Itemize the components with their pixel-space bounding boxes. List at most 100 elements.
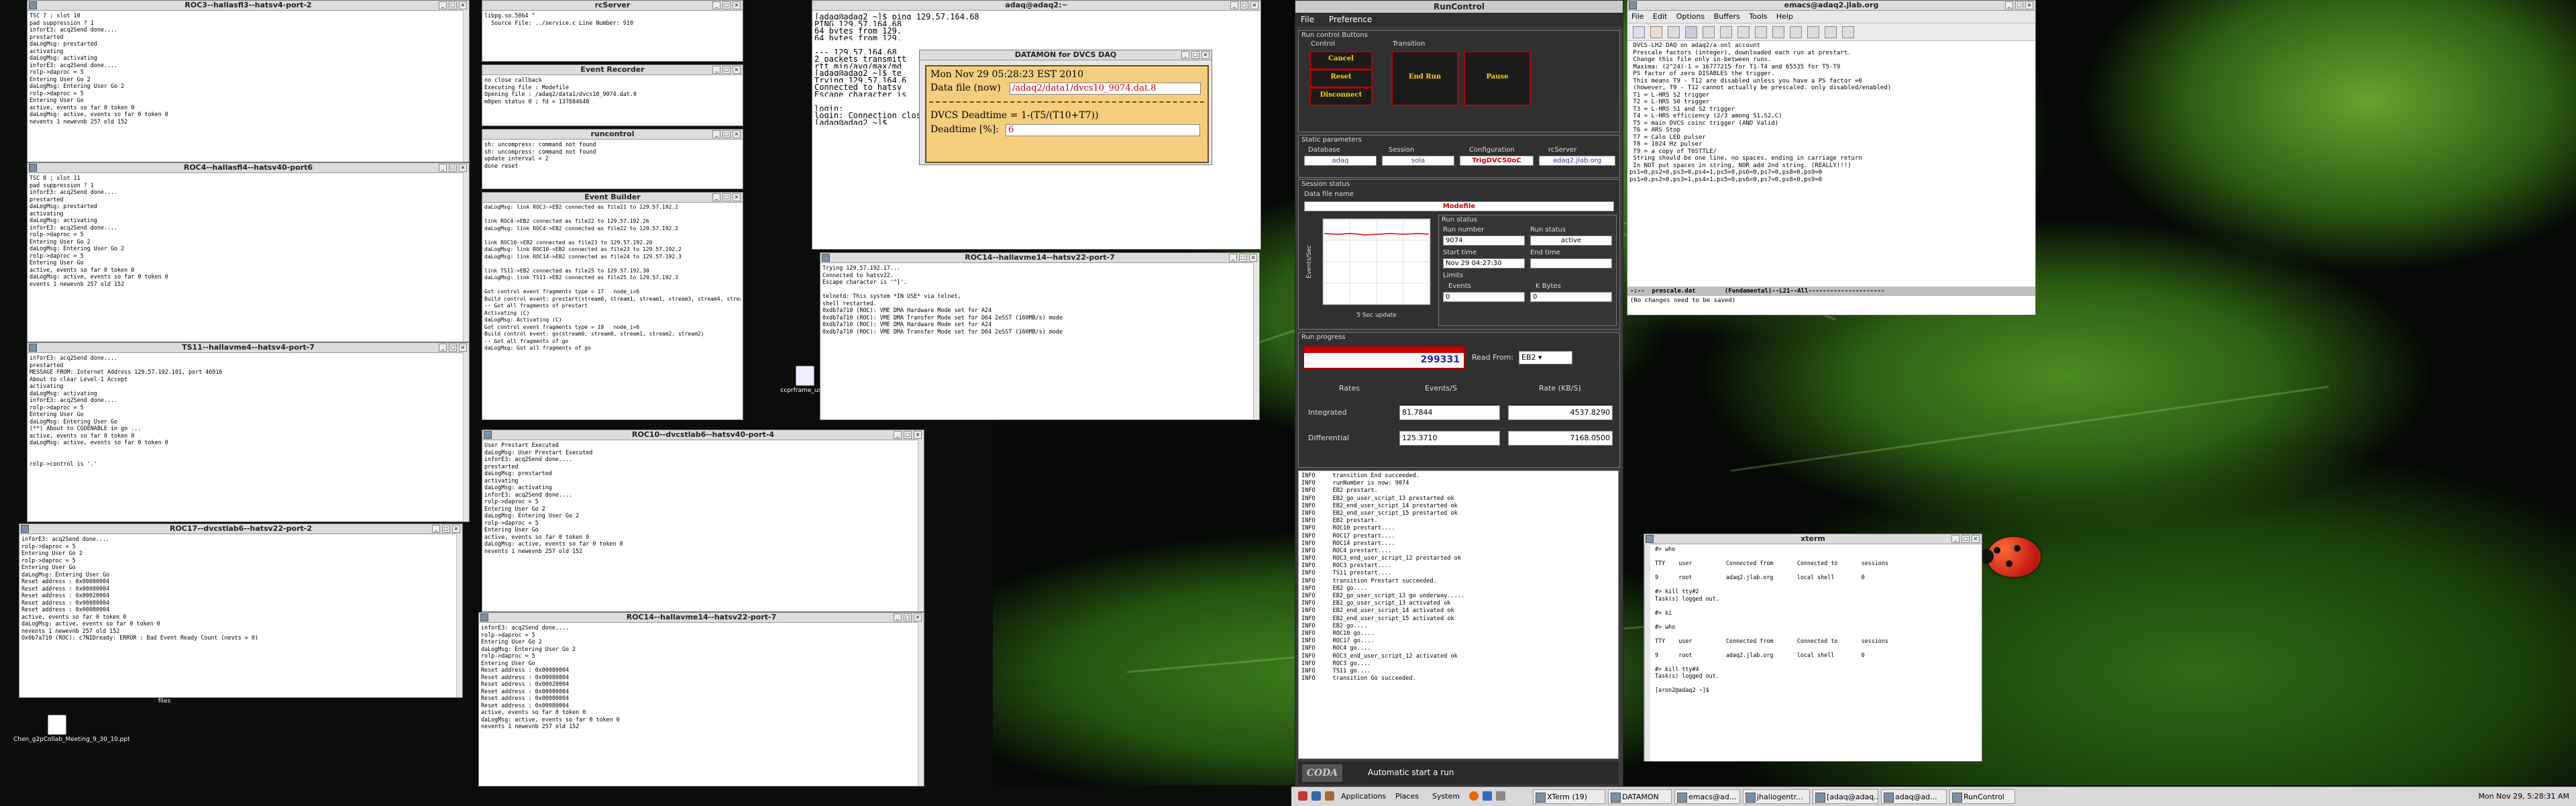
titlebar[interactable]: ROC14--hallavme14--hatsv22-port-7 _ □ × (479, 613, 924, 623)
titlebar[interactable]: RunControl (1295, 1, 1623, 13)
close-button[interactable]: × (733, 130, 741, 138)
titlebar[interactable]: ROC17--dvcstlab6--hatsv22-port-2 _ □ × (19, 524, 462, 534)
close-button[interactable]: × (914, 613, 922, 621)
window-runcontrol-term[interactable]: runcontrol _ □ × sh: uncompress: command no… (482, 129, 743, 189)
menu-preference[interactable]: Preference (1329, 15, 1372, 24)
titlebar[interactable]: runcontrol _ □ × (482, 130, 743, 140)
window-rcserver[interactable]: rcServer _ □ × libpg.so.5064 " Source File:… (482, 0, 743, 62)
minimize-button[interactable]: _ (439, 1, 447, 9)
titlebar[interactable]: rcServer _ □ × (482, 1, 743, 11)
terminal-output[interactable]: TSC 7 ; slot 10 pad suppression ? 1 inforE… (28, 11, 469, 126)
terminal-output[interactable]: #> who TTY user Connected from Connected … (1644, 544, 1982, 695)
close-icon[interactable] (1668, 26, 1680, 38)
window-roc10[interactable]: ROC10--dvcstlab6--hatsv40-port-4 _ □ × User… (482, 430, 924, 612)
note-icon[interactable] (1496, 791, 1505, 801)
maximize-button[interactable]: □ (2015, 1, 2023, 9)
menu-file[interactable]: File (1631, 12, 1644, 21)
menu-applications[interactable]: Applications (1341, 789, 1386, 804)
maximize-button[interactable]: □ (1191, 51, 1199, 59)
new-file-icon[interactable] (1633, 26, 1645, 38)
terminal-output[interactable]: inforE3: acq2Send done.... rolp->daproc =… (19, 534, 462, 643)
pause-button[interactable]: Pause (1464, 51, 1531, 106)
maximize-button[interactable]: □ (442, 525, 450, 533)
minimize-button[interactable]: _ (712, 66, 720, 74)
minimize-button[interactable]: _ (712, 1, 720, 9)
titlebar[interactable]: TS11--hallavme4--hatsv4-port-7 _ □ × (28, 343, 469, 353)
terminal-output[interactable]: Trying 129.57.192.17... Connected to hats… (820, 263, 1259, 336)
minimize-button[interactable]: _ (1181, 51, 1189, 59)
app-launcher-icon[interactable] (1298, 791, 1307, 801)
taskbar-item-xterm[interactable]: XTerm (19) (1533, 789, 1605, 804)
taskbar-item-datamon[interactable]: DATAMON (1608, 789, 1672, 804)
close-button[interactable]: × (1249, 254, 1257, 262)
maximize-button[interactable]: □ (1240, 1, 1248, 9)
window-emacs[interactable]: emacs@adaq2.jlab.org _ □ × File Edit Option… (1627, 0, 2036, 315)
menu-places[interactable]: Places (1395, 789, 1419, 804)
maximize-button[interactable]: □ (1962, 535, 1970, 543)
scrollbar[interactable] (918, 622, 924, 786)
close-button[interactable]: × (733, 193, 741, 201)
taskbar-item-runcontrol[interactable]: RunControl (1949, 789, 2015, 804)
window-datamon[interactable]: DATAMON for DVCS DAQ _ □ × Mon Nov 29 05:28… (919, 50, 1212, 165)
print-icon[interactable] (1807, 26, 1819, 38)
terminal-output[interactable]: User Prestart Executed daLogMsg: User Pre… (482, 440, 924, 556)
window-event-recorder[interactable]: Event Recorder _ □ × no close callback Execu… (482, 64, 743, 126)
maximize-button[interactable]: □ (722, 66, 731, 74)
terminal-output[interactable]: sh: uncompress: command not found sh: unc… (482, 140, 743, 170)
paste-icon[interactable] (1772, 26, 1784, 38)
preferences-icon[interactable] (1825, 26, 1837, 38)
menu-buffers[interactable]: Buffers (1714, 12, 1740, 21)
window-roc4[interactable]: ROC4--hallasfl4--hatsv40-port6 _ □ × TSC 8 … (27, 162, 470, 342)
terminal-output[interactable]: daLogMsg: link ROC3->EB2 connected as fi… (482, 203, 743, 354)
scrollbar[interactable] (463, 172, 469, 342)
maximize-button[interactable]: □ (722, 1, 731, 9)
browser-launcher-icon[interactable] (1325, 791, 1334, 801)
titlebar[interactable]: ROC4--hallasfl4--hatsv40-port6 _ □ × (28, 163, 469, 173)
minimize-button[interactable]: _ (1951, 535, 1960, 543)
titlebar[interactable]: Event Recorder _ □ × (482, 65, 743, 75)
titlebar[interactable]: DATAMON for DVCS DAQ _ □ × (920, 50, 1212, 60)
titlebar[interactable]: adaq@adaq2:~ _ □ × (812, 1, 1260, 11)
close-button[interactable]: × (452, 525, 460, 533)
scrollbar[interactable] (456, 534, 462, 697)
menu-edit[interactable]: Edit (1653, 12, 1667, 21)
maximize-button[interactable]: □ (904, 613, 912, 621)
minimize-button[interactable]: _ (439, 164, 447, 172)
maximize-button[interactable]: □ (449, 164, 457, 172)
titlebar[interactable]: Event Builder _ □ × (482, 193, 743, 203)
scrollbar[interactable] (463, 10, 469, 162)
emacs-buffer[interactable]: DVCS-LH2 DAQ on adaq2/a-onl account Pres… (1627, 41, 2035, 287)
terminal-output[interactable]: TSC 8 ; slot 11 pad suppression ? 1 inforE… (28, 173, 469, 289)
window-xterm[interactable]: xterm _ □ × #> who TTY user Connected from C… (1644, 534, 1982, 762)
open-folder-icon[interactable] (1650, 26, 1662, 38)
window-roc14-upper[interactable]: ROC14--hallavme14--hatsv22-port-7 _ □ × Try… (820, 252, 1260, 420)
minimize-button[interactable]: _ (432, 525, 440, 533)
save-as-icon[interactable] (1703, 26, 1715, 38)
maximize-button[interactable]: □ (1239, 254, 1247, 262)
scrollbar[interactable] (463, 352, 469, 521)
desktop-icon-ppt[interactable]: Chen_g2pCollab_Meeting_9_30_10.ppt (13, 715, 130, 743)
taskbar-item-emacs[interactable]: emacs@ad... (1674, 789, 1740, 804)
close-button[interactable]: × (733, 1, 741, 9)
maximize-button[interactable]: □ (449, 344, 457, 352)
titlebar[interactable]: ROC14--hallavme14--hatsv22-port-7 _ □ × (820, 253, 1259, 263)
scrollbar[interactable] (1253, 262, 1259, 419)
emacs-minibuffer[interactable]: (No changes need to be saved) (1627, 296, 2035, 305)
window-roc17[interactable]: ROC17--dvcstlab6--hatsv22-port-2 _ □ × info… (19, 523, 463, 698)
minimize-button[interactable]: _ (1230, 1, 1238, 9)
menu-system[interactable]: System (1432, 789, 1460, 804)
window-runcontrol[interactable]: RunControl File Preference Run control B… (1295, 0, 1623, 787)
close-button[interactable]: × (459, 1, 467, 9)
titlebar[interactable]: ROC3--hallasfl3--hatsv4-port-2 _ □ × (28, 1, 469, 11)
maximize-button[interactable]: □ (449, 1, 457, 9)
cut-icon[interactable] (1737, 26, 1750, 38)
events-limit-field[interactable]: 0 (1443, 292, 1525, 302)
terminal-output[interactable]: inforE3: acq2Send done.... rolp->daproc =… (479, 623, 924, 732)
maximize-button[interactable]: □ (904, 431, 912, 439)
window-event-builder[interactable]: Event Builder _ □ × daLogMsg: link ROC3->EB… (482, 192, 743, 420)
close-button[interactable]: × (733, 66, 741, 74)
end-run-button[interactable]: End Run (1391, 51, 1458, 106)
close-button[interactable]: × (459, 344, 467, 352)
kbytes-limit-field[interactable]: 0 (1530, 292, 1612, 302)
mail-icon[interactable] (1483, 791, 1492, 801)
